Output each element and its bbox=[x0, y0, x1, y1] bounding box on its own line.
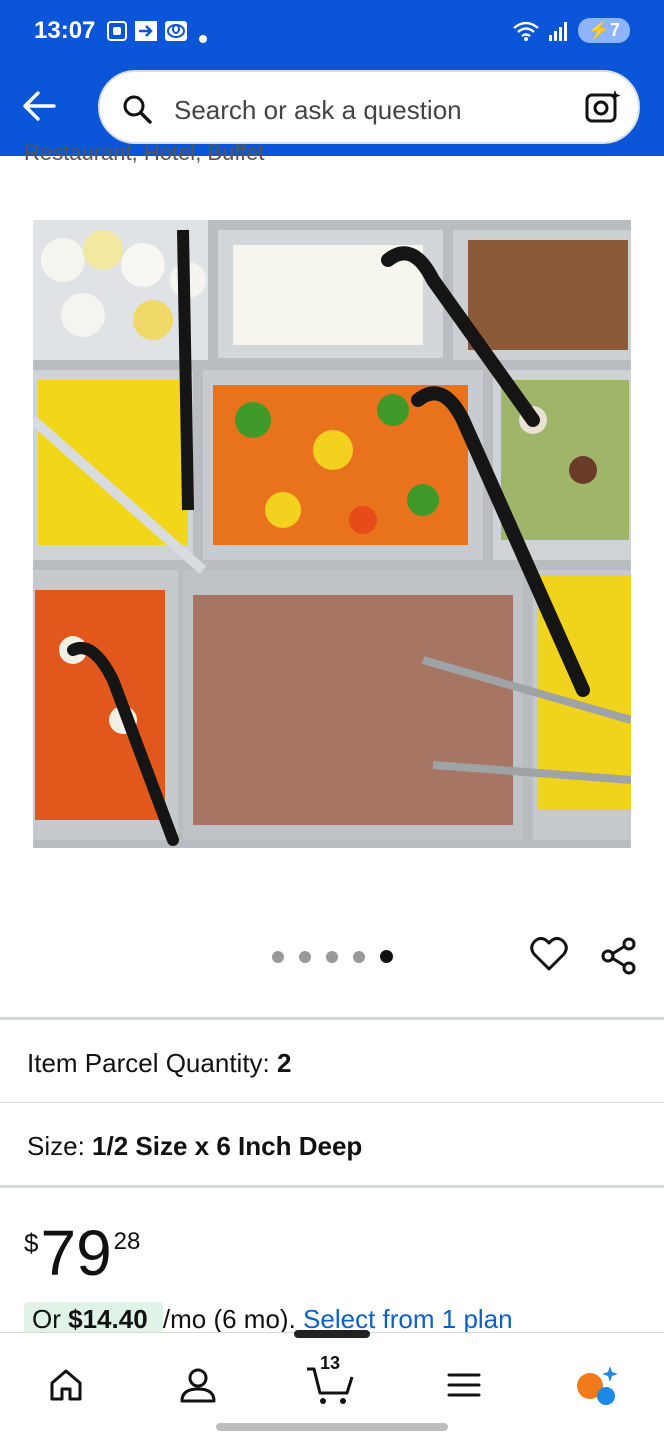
size-row[interactable]: Size: 1/2 Size x 6 Inch Deep bbox=[27, 1131, 362, 1162]
price-fraction: 28 bbox=[113, 1228, 141, 1255]
wifi-icon bbox=[512, 21, 539, 41]
price-whole: 79 bbox=[40, 1217, 112, 1289]
toyota-icon bbox=[165, 21, 187, 41]
parcel-label: Item Parcel Quantity: bbox=[27, 1048, 270, 1078]
installment-plan: Or $14.40 /mo (6 mo). Select from 1 plan bbox=[24, 1302, 513, 1336]
notification-dot-icon bbox=[199, 35, 207, 43]
heart-icon[interactable] bbox=[530, 936, 568, 972]
size-label: Size: bbox=[27, 1131, 85, 1161]
installment-pill: Or $14.40 bbox=[24, 1302, 163, 1336]
status-bar: 13:07 ⚡7 bbox=[0, 0, 664, 64]
size-value: 1/2 Size x 6 Inch Deep bbox=[92, 1131, 363, 1161]
status-time: 13:07 bbox=[34, 17, 96, 44]
search-input[interactable] bbox=[172, 90, 566, 130]
search-icon bbox=[123, 95, 152, 124]
installment-amount: $14.40 bbox=[68, 1304, 148, 1334]
app-header: 13:07 ⚡7 Search or ask a question bbox=[0, 0, 664, 156]
battery-level: 7 bbox=[609, 20, 620, 40]
cart-count: 13 bbox=[320, 1353, 341, 1373]
search-bar[interactable] bbox=[98, 70, 640, 144]
salad-bar-image bbox=[33, 220, 631, 848]
menu-icon bbox=[447, 1373, 481, 1397]
installment-or: Or bbox=[32, 1304, 61, 1334]
battery-indicator: ⚡7 bbox=[577, 18, 630, 43]
status-right: ⚡7 bbox=[512, 18, 630, 43]
home-icon bbox=[50, 1369, 82, 1401]
pagination-dot[interactable] bbox=[326, 950, 338, 963]
pagination-dot[interactable] bbox=[299, 950, 311, 963]
breadcrumb[interactable]: Restaurant, Hotel, Buffet bbox=[24, 140, 265, 166]
back-arrow-icon[interactable] bbox=[18, 84, 62, 128]
nav-cart[interactable]: 13 bbox=[300, 1353, 360, 1415]
pagination-dot-active[interactable] bbox=[380, 950, 393, 963]
signal-icon bbox=[548, 21, 567, 41]
parcel-quantity-row: Item Parcel Quantity: 2 bbox=[27, 1048, 291, 1079]
product-image[interactable] bbox=[33, 220, 631, 848]
image-pagination[interactable] bbox=[272, 950, 393, 963]
account-icon bbox=[180, 1368, 216, 1403]
nav-home[interactable] bbox=[36, 1355, 96, 1415]
camera-icon[interactable] bbox=[584, 88, 622, 126]
share-icon[interactable] bbox=[600, 936, 638, 976]
battery-bolt-icon: ⚡ bbox=[587, 20, 610, 40]
price-symbol: $ bbox=[24, 1228, 39, 1258]
gesture-bar[interactable] bbox=[216, 1423, 448, 1431]
nav-account[interactable] bbox=[168, 1355, 228, 1415]
price: $ 79 28 bbox=[24, 1218, 140, 1288]
installment-term: /mo (6 mo). bbox=[162, 1304, 296, 1334]
nav-assistant[interactable] bbox=[566, 1355, 626, 1415]
divider bbox=[0, 1185, 664, 1188]
divider bbox=[0, 1102, 664, 1103]
scroll-handle bbox=[294, 1330, 370, 1338]
parcel-value: 2 bbox=[277, 1048, 292, 1078]
divider bbox=[0, 1017, 664, 1020]
pagination-dot[interactable] bbox=[353, 950, 365, 963]
nav-menu[interactable] bbox=[434, 1355, 494, 1415]
screenshot-icon bbox=[107, 21, 127, 41]
assistant-icon bbox=[577, 1366, 618, 1405]
cast-icon bbox=[135, 21, 157, 41]
pagination-dot[interactable] bbox=[272, 950, 284, 963]
